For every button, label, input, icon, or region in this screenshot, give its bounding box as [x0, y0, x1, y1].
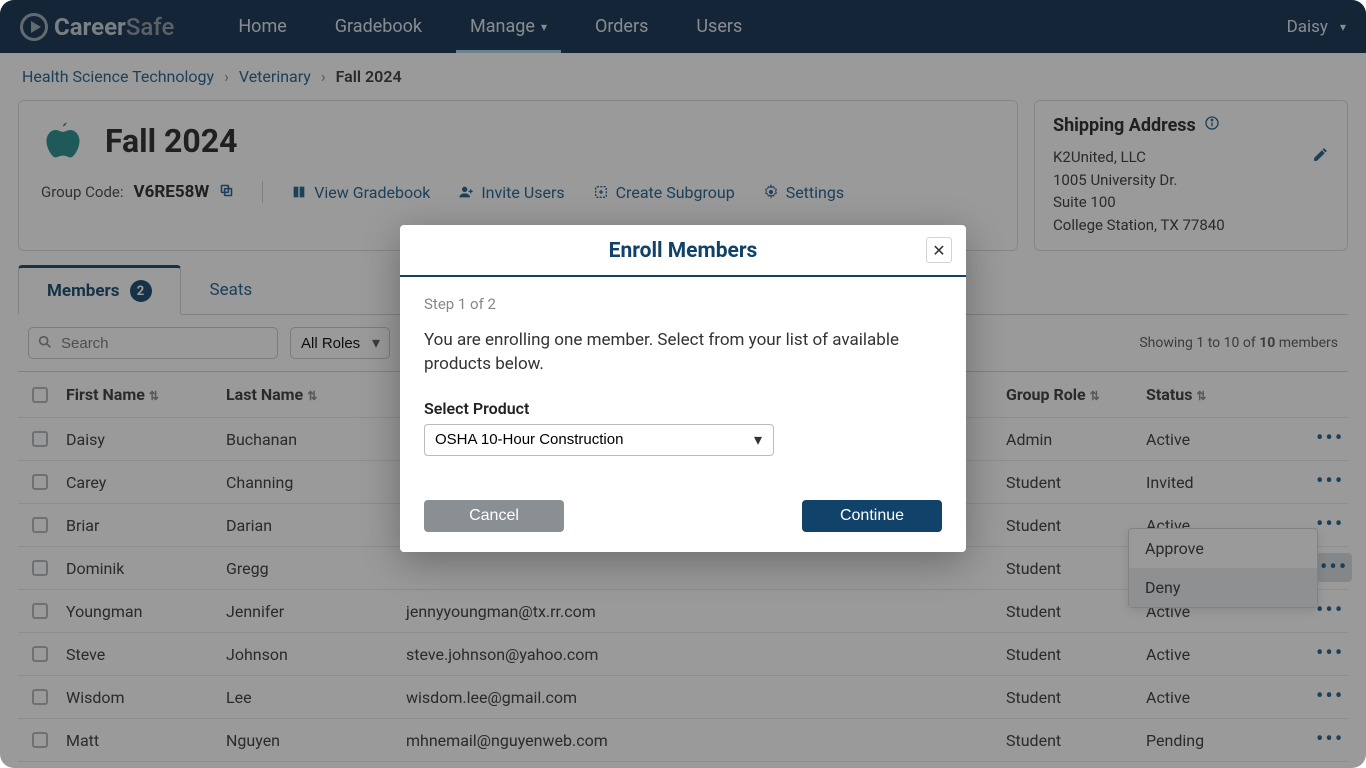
select-product-label: Select Product	[424, 399, 942, 418]
enroll-members-modal: Enroll Members ✕ Step 1 of 2 You are enr…	[400, 225, 966, 552]
modal-title: Enroll Members	[420, 239, 946, 263]
close-icon: ✕	[932, 241, 945, 260]
product-select[interactable]: OSHA 10-Hour Construction	[424, 424, 774, 456]
modal-close-button[interactable]: ✕	[926, 237, 952, 263]
modal-step: Step 1 of 2	[424, 295, 942, 313]
continue-button[interactable]: Continue	[802, 500, 942, 532]
modal-message: You are enrolling one member. Select fro…	[424, 329, 942, 377]
cancel-button[interactable]: Cancel	[424, 500, 564, 532]
